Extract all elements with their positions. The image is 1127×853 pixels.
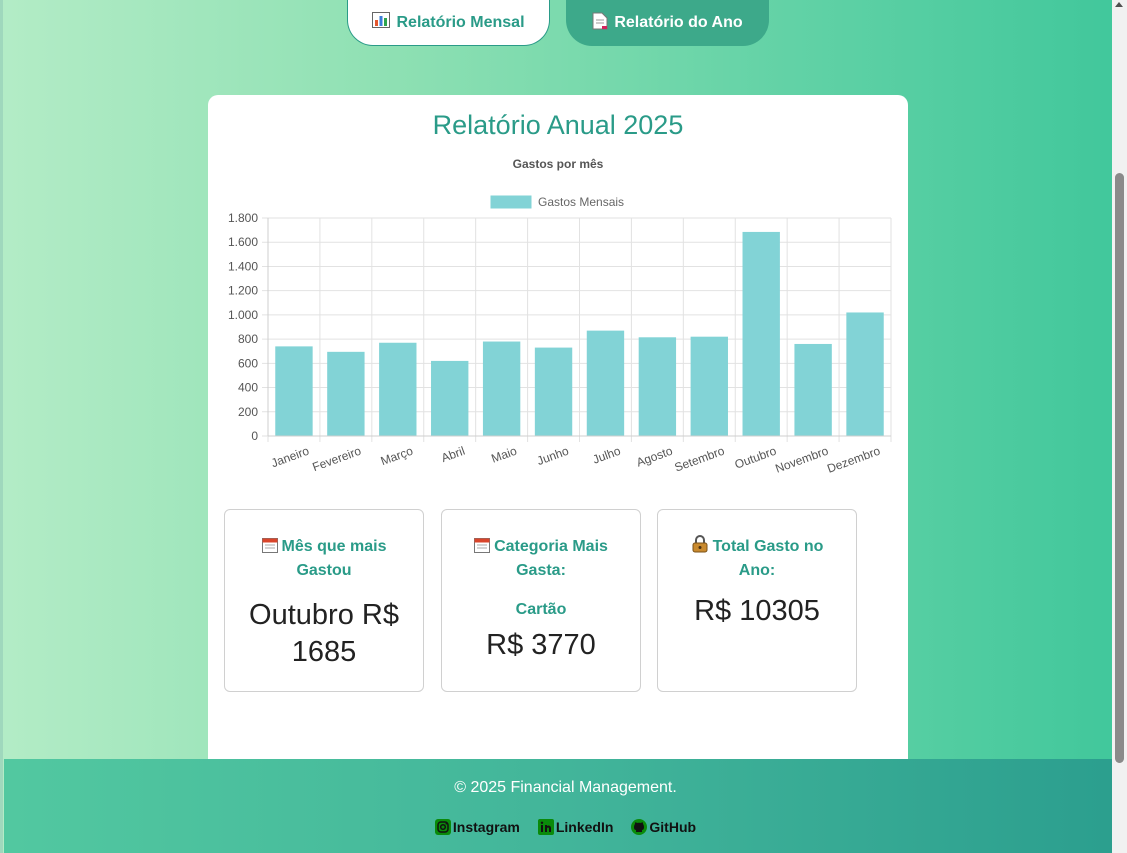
x-tick-label: Fevereiro <box>310 444 363 475</box>
year-total-card: Total Gasto no Ano: R$ 10305 <box>657 509 857 692</box>
top-category-name: Cartão <box>515 601 567 618</box>
annual-report-card: Relatório Anual 2025 Gastos por mês Gasto… <box>208 95 908 775</box>
bar-chart-icon <box>372 12 391 33</box>
y-tick-label: 1.000 <box>228 308 258 322</box>
github-label: GitHub <box>649 819 697 835</box>
bar-março <box>379 342 417 436</box>
chart-title: Gastos por mês <box>513 157 604 171</box>
x-tick-label: Março <box>379 444 415 469</box>
bar-maio <box>482 341 521 436</box>
top-category-card: Categoria Mais Gasta: Cartão R$ 3770 <box>441 509 641 692</box>
y-tick-label: 600 <box>238 356 258 370</box>
x-tick-label: Setembro <box>673 444 727 475</box>
lock-icon <box>691 535 713 559</box>
top-category-value: R$ 3770 <box>486 629 596 661</box>
year-total-value: R$ 10305 <box>694 595 820 627</box>
top-month-card: Mês que mais Gastou Outubro R$ 1685 <box>224 509 424 692</box>
top-category-label: Categoria Mais Gasta: <box>494 538 608 579</box>
x-tick-label: Agosto <box>635 444 675 470</box>
github-icon <box>631 819 648 835</box>
scrollbar-thumb[interactable] <box>1115 173 1124 763</box>
bar-julho <box>586 330 625 436</box>
year-total-label: Total Gasto no Ano: <box>712 538 824 579</box>
monthly-report-button[interactable]: Relatório Mensal <box>347 0 550 46</box>
bar-dezembro <box>846 312 884 436</box>
y-tick-label: 800 <box>238 332 258 346</box>
bar-outubro <box>742 231 780 436</box>
y-tick-label: 1.200 <box>228 284 258 298</box>
instagram-link[interactable]: Instagram <box>434 819 520 835</box>
bar-agosto <box>638 337 677 436</box>
bar-abril <box>431 360 469 436</box>
bar-fevereiro <box>327 351 365 436</box>
bar-junho <box>534 347 573 436</box>
x-tick-label: Outubro <box>733 444 779 472</box>
x-tick-label: Novembro <box>773 444 830 476</box>
y-tick-label: 1.800 <box>228 211 258 225</box>
legend-swatch <box>490 195 532 209</box>
linkedin-link[interactable]: LinkedIn <box>537 819 614 835</box>
monthly-report-label: Relatório Mensal <box>396 13 525 31</box>
instagram-label: Instagram <box>452 819 520 835</box>
y-tick-label: 0 <box>251 429 258 443</box>
legend-label: Gastos Mensais <box>538 195 624 209</box>
github-link[interactable]: GitHub <box>631 819 696 835</box>
annual-report-label: Relatório do Ano <box>614 14 743 31</box>
copyright-text: © 2025 Financial Management. <box>454 779 677 796</box>
window-edge <box>0 0 3 853</box>
footer: © 2025 Financial Management. Instagram L… <box>4 759 1127 853</box>
annual-report-button[interactable]: Relatório do Ano <box>566 0 769 46</box>
page-scrollbar[interactable] <box>1112 0 1127 853</box>
calendar-icon <box>474 535 494 559</box>
top-month-label: Mês que mais Gastou <box>281 538 387 579</box>
linkedin-icon <box>537 819 554 835</box>
y-tick-label: 1.400 <box>228 259 258 273</box>
y-tick-label: 1.600 <box>228 235 258 249</box>
social-links: Instagram LinkedIn GitHub <box>4 819 1127 835</box>
x-tick-label: Abril <box>439 444 466 465</box>
bar-janeiro <box>275 346 313 436</box>
monthly-expenses-chart: Gastos por mês Gastos Mensais 0 200 400 600 80… <box>228 157 892 476</box>
document-icon <box>592 12 608 35</box>
report-title: Relatório Anual 2025 <box>432 110 684 140</box>
bar-setembro <box>690 336 728 436</box>
y-tick-label: 400 <box>238 381 258 395</box>
scroll-up-arrow-icon[interactable] <box>1115 2 1123 7</box>
y-tick-label: 200 <box>238 405 258 419</box>
x-tick-label: Janeiro <box>269 444 311 471</box>
top-month-value: Outubro R$ 1685 <box>249 599 399 668</box>
x-tick-label: Maio <box>489 444 519 466</box>
x-tick-label: Julho <box>591 444 623 467</box>
instagram-icon <box>434 819 451 835</box>
x-tick-label: Dezembro <box>825 444 882 476</box>
bar-novembro <box>794 343 832 436</box>
linkedin-label: LinkedIn <box>555 819 614 835</box>
x-tick-label: Junho <box>535 444 571 468</box>
calendar-icon <box>261 535 282 559</box>
